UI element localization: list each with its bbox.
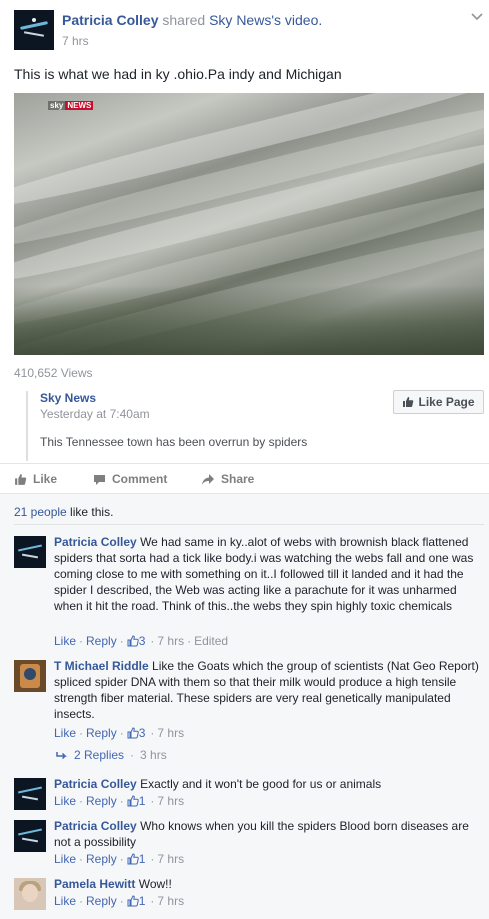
comment-reply-link[interactable]: Reply <box>86 894 117 908</box>
comment-meta: Like · Reply · 3 · 7 hrs · Edited <box>54 634 229 648</box>
shared-page-box: Sky News Yesterday at 7:40am This Tennes… <box>14 383 484 463</box>
like-button[interactable]: Like <box>14 472 57 486</box>
commenter-avatar[interactable] <box>14 536 46 568</box>
thumb-up-icon <box>15 473 27 485</box>
sky-news-logo: sky NEWS <box>48 100 94 110</box>
commenter-avatar[interactable] <box>14 660 46 692</box>
shared-text: shared <box>162 12 206 28</box>
share-label: Share <box>221 472 255 486</box>
shared-suffix[interactable]: 's video. <box>271 12 322 28</box>
comment-edited[interactable]: Edited <box>194 634 228 648</box>
comment-body: Patricia Colley Exactly and it won't be … <box>54 776 480 792</box>
commenter-name[interactable]: Patricia Colley <box>54 535 137 549</box>
shared-page-link[interactable]: Sky News <box>209 12 271 28</box>
comment-body: T Michael Riddle Like the Goats which th… <box>54 658 480 722</box>
comment-text: Exactly and it won't be good for us or a… <box>140 777 382 791</box>
commenter-avatar[interactable] <box>14 778 46 810</box>
like-label: Like <box>33 472 58 486</box>
commenter-avatar[interactable] <box>14 878 46 910</box>
thumb-up-icon <box>403 397 414 407</box>
comment-item: Pamela Hewitt Wow!! Like · Reply · 1 · 7 h… <box>14 876 484 912</box>
comment-reply-link[interactable]: Reply <box>86 634 117 648</box>
comment-like-link[interactable]: Like <box>54 852 76 866</box>
share-button[interactable]: Share <box>201 472 254 486</box>
comment-body: Patricia Colley Who knows when you kill … <box>54 818 480 850</box>
like-page-label: Like Page <box>418 395 475 409</box>
feed-post: Patricia Colley shared Sky News's video.… <box>0 0 489 919</box>
comment-item: Patricia Colley We had same in ky..alot … <box>14 534 484 650</box>
thumb-up-icon <box>127 853 139 865</box>
comment-meta: Like · Reply · 1 · 7 hrs <box>54 794 185 808</box>
comment-time[interactable]: 7 hrs <box>157 794 184 808</box>
comment-time[interactable]: 7 hrs <box>157 894 184 908</box>
divider <box>14 524 484 525</box>
commenter-name[interactable]: Patricia Colley <box>54 777 137 791</box>
author-name-link[interactable]: Patricia Colley <box>62 12 159 28</box>
comment-meta: Like · Reply · 3 · 7 hrs <box>54 726 185 740</box>
reply-arrow-icon <box>56 752 67 760</box>
reaction-count[interactable]: 3 <box>127 634 145 648</box>
view-replies-link[interactable]: 2 Replies · 3 hrs <box>56 748 167 762</box>
thumb-up-icon <box>127 635 139 647</box>
comment-button[interactable]: Comment <box>93 472 167 486</box>
thumb-up-icon <box>127 895 139 907</box>
reaction-count[interactable]: 1 <box>127 852 145 866</box>
post-timestamp[interactable]: 7 hrs <box>62 34 89 48</box>
likes-summary: 21 people like this. <box>14 505 114 519</box>
author-avatar[interactable] <box>14 10 54 50</box>
comment-like-link[interactable]: Like <box>54 794 76 808</box>
comment-time[interactable]: 7 hrs <box>157 726 184 740</box>
chevron-down-icon[interactable] <box>470 10 484 24</box>
thumb-up-icon <box>127 795 139 807</box>
replies-count[interactable]: 2 Replies <box>74 748 124 762</box>
reaction-count[interactable]: 3 <box>127 726 145 740</box>
comment-body: Pamela Hewitt Wow!! <box>54 876 480 892</box>
thumb-up-icon <box>127 727 139 739</box>
comment-icon <box>94 474 105 485</box>
commenter-name[interactable]: Pamela Hewitt <box>54 877 135 891</box>
video-player[interactable]: sky NEWS <box>14 93 484 355</box>
comment-time[interactable]: 7 hrs <box>157 852 184 866</box>
comment-item: Patricia Colley Who knows when you kill … <box>14 818 484 868</box>
commenter-name[interactable]: Patricia Colley <box>54 819 137 833</box>
likes-count-link[interactable]: 21 people <box>14 505 67 519</box>
like-page-button[interactable]: Like Page <box>393 390 484 414</box>
reaction-count[interactable]: 1 <box>127 894 145 908</box>
shared-page-description: This Tennessee town has been overrun by … <box>40 435 308 449</box>
comment-reply-link[interactable]: Reply <box>86 794 117 808</box>
comment-time[interactable]: 7 hrs <box>157 634 184 648</box>
shared-page-name[interactable]: Sky News <box>40 391 96 405</box>
comment-text: Wow!! <box>138 877 172 891</box>
replies-time: 3 hrs <box>140 748 167 762</box>
quote-bar <box>26 391 28 461</box>
view-count: 410,652 Views <box>14 366 93 380</box>
post-message: This is what we had in ky .ohio.Pa indy … <box>14 66 342 82</box>
post-action-bar: Like Comment Share <box>0 463 489 493</box>
comment-label: Comment <box>112 472 168 486</box>
comment-like-link[interactable]: Like <box>54 726 76 740</box>
commenter-name[interactable]: T Michael Riddle <box>54 659 149 673</box>
comment-body: Patricia Colley We had same in ky..alot … <box>54 534 480 614</box>
commenter-avatar[interactable] <box>14 820 46 852</box>
comment-meta: Like · Reply · 1 · 7 hrs <box>54 852 185 866</box>
comment-meta: Like · Reply · 1 · 7 hrs <box>54 894 185 908</box>
comment-like-link[interactable]: Like <box>54 634 76 648</box>
comment-reply-link[interactable]: Reply <box>86 852 117 866</box>
shared-page-time[interactable]: Yesterday at 7:40am <box>40 407 150 421</box>
comment-reply-link[interactable]: Reply <box>86 726 117 740</box>
reaction-count[interactable]: 1 <box>127 794 145 808</box>
comments-section: 21 people like this. Patricia Colley We … <box>0 493 489 919</box>
comment-like-link[interactable]: Like <box>54 894 76 908</box>
comment-item: Patricia Colley Exactly and it won't be … <box>14 776 484 812</box>
post-header: Patricia Colley shared Sky News's video. <box>62 12 322 28</box>
share-arrow-icon <box>202 473 214 485</box>
